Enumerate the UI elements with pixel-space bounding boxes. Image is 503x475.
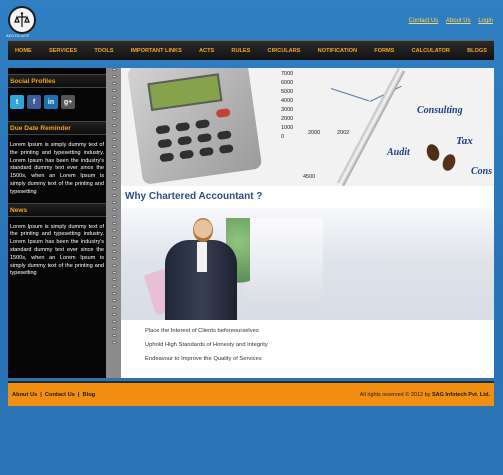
nav-item-circulars[interactable]: CIRCULARS <box>268 48 301 54</box>
googleplus-icon[interactable]: g+ <box>61 95 75 109</box>
top-link-contact-us[interactable]: Contact Us <box>409 18 439 24</box>
banner-bottom-number: 4500 <box>303 174 316 180</box>
due-date-text: Lorem Ipsum is simply dummy text of the … <box>10 142 104 195</box>
footer-link-about-us[interactable]: About Us <box>12 392 37 398</box>
nav-item-important-links[interactable]: IMPORTANT LINKS <box>131 48 182 54</box>
main-area: Social Profiles t f in g+ Due Date Remin… <box>8 68 494 378</box>
benefit-item: Uphold High Standards of Honesty and Int… <box>145 342 268 348</box>
calculator-image <box>127 68 263 185</box>
twitter-icon[interactable]: t <box>10 95 24 109</box>
nav-item-home[interactable]: HOME <box>15 48 32 54</box>
copyright-company[interactable]: SAG Infotech Pvt. Ltd. <box>432 392 490 398</box>
benefits-list: Place the Interest of Clients beforeours… <box>145 328 268 370</box>
banner-word-consulting: Consulting <box>417 105 463 116</box>
nav-item-services[interactable]: SERVICES <box>49 48 77 54</box>
news-heading: News <box>8 202 106 217</box>
top-link-login[interactable]: Login <box>478 18 493 24</box>
banner-graph-line <box>330 88 370 102</box>
facebook-icon[interactable]: f <box>27 95 41 109</box>
copyright-text: All rights reserved © 2012 by <box>359 391 431 398</box>
benefit-item: Endeavour to Improve the Quality of Serv… <box>145 356 262 362</box>
logo[interactable] <box>8 6 36 34</box>
due-date-heading: Due Date Reminder <box>8 121 106 135</box>
nav-item-forms[interactable]: FORMS <box>374 48 394 54</box>
social-profiles-heading: Social Profiles <box>8 74 106 88</box>
business-woman-image <box>121 208 494 320</box>
news-text: Lorem Ipsum is simply dummy text of the … <box>10 223 104 277</box>
page-title: Why Chartered Accountant ? <box>125 191 263 202</box>
top-link-about-us[interactable]: About Us <box>446 18 471 24</box>
banner-x-label-2000: 2000 <box>308 130 321 136</box>
main-navigation: HOME SERVICES TOOLS IMPORTANT LINKS ACTS… <box>8 40 494 60</box>
footer-link-blog[interactable]: Blog <box>83 392 96 398</box>
nav-item-notification[interactable]: NOTIFICATION <box>318 48 357 54</box>
copyright: All rights reserved © 2012 by SAG Infote… <box>360 392 490 398</box>
banner-x-label-2002: 2002 <box>337 130 350 136</box>
coffee-bean-image <box>440 152 458 173</box>
benefit-item: Place the Interest of Clients beforeours… <box>145 328 259 334</box>
hero-banner: 7000 6000 5000 4000 3000 2000 1000 0 200… <box>121 68 494 186</box>
content-panel: 7000 6000 5000 4000 3000 2000 1000 0 200… <box>112 68 494 378</box>
banner-word-audit: Audit <box>387 147 410 158</box>
social-icons: t f in g+ <box>8 88 106 115</box>
footer-links: About Us | Contact Us | Blog <box>12 391 96 398</box>
logo-emblem-icon <box>14 12 30 27</box>
top-links: Contact Us About Us Login <box>403 18 493 24</box>
banner-word-tax: Tax <box>456 135 473 147</box>
logo-caption: ADVOCATE <box>6 33 30 38</box>
coffee-bean-image <box>424 142 442 163</box>
pen-image <box>336 68 406 186</box>
nav-item-blogs[interactable]: BLOGS <box>467 48 487 54</box>
linkedin-icon[interactable]: in <box>44 95 58 109</box>
header: ADVOCATE Contact Us About Us Login <box>0 0 503 40</box>
nav-item-tools[interactable]: TOOLS <box>94 48 113 54</box>
banner-word-cons: Cons <box>471 166 493 177</box>
banner-axis-numbers: 7000 6000 5000 4000 3000 2000 1000 0 <box>281 71 294 140</box>
nav-item-rules[interactable]: RULES <box>231 48 250 54</box>
footer: About Us | Contact Us | Blog All rights rese… <box>8 381 494 406</box>
sidebar: Social Profiles t f in g+ Due Date Remin… <box>8 68 106 378</box>
nav-item-acts[interactable]: ACTS <box>199 48 214 54</box>
nav-item-calculator[interactable]: CALCULATOR <box>412 48 450 54</box>
spiral-binding <box>112 68 120 378</box>
footer-link-contact-us[interactable]: Contact Us <box>45 392 75 398</box>
